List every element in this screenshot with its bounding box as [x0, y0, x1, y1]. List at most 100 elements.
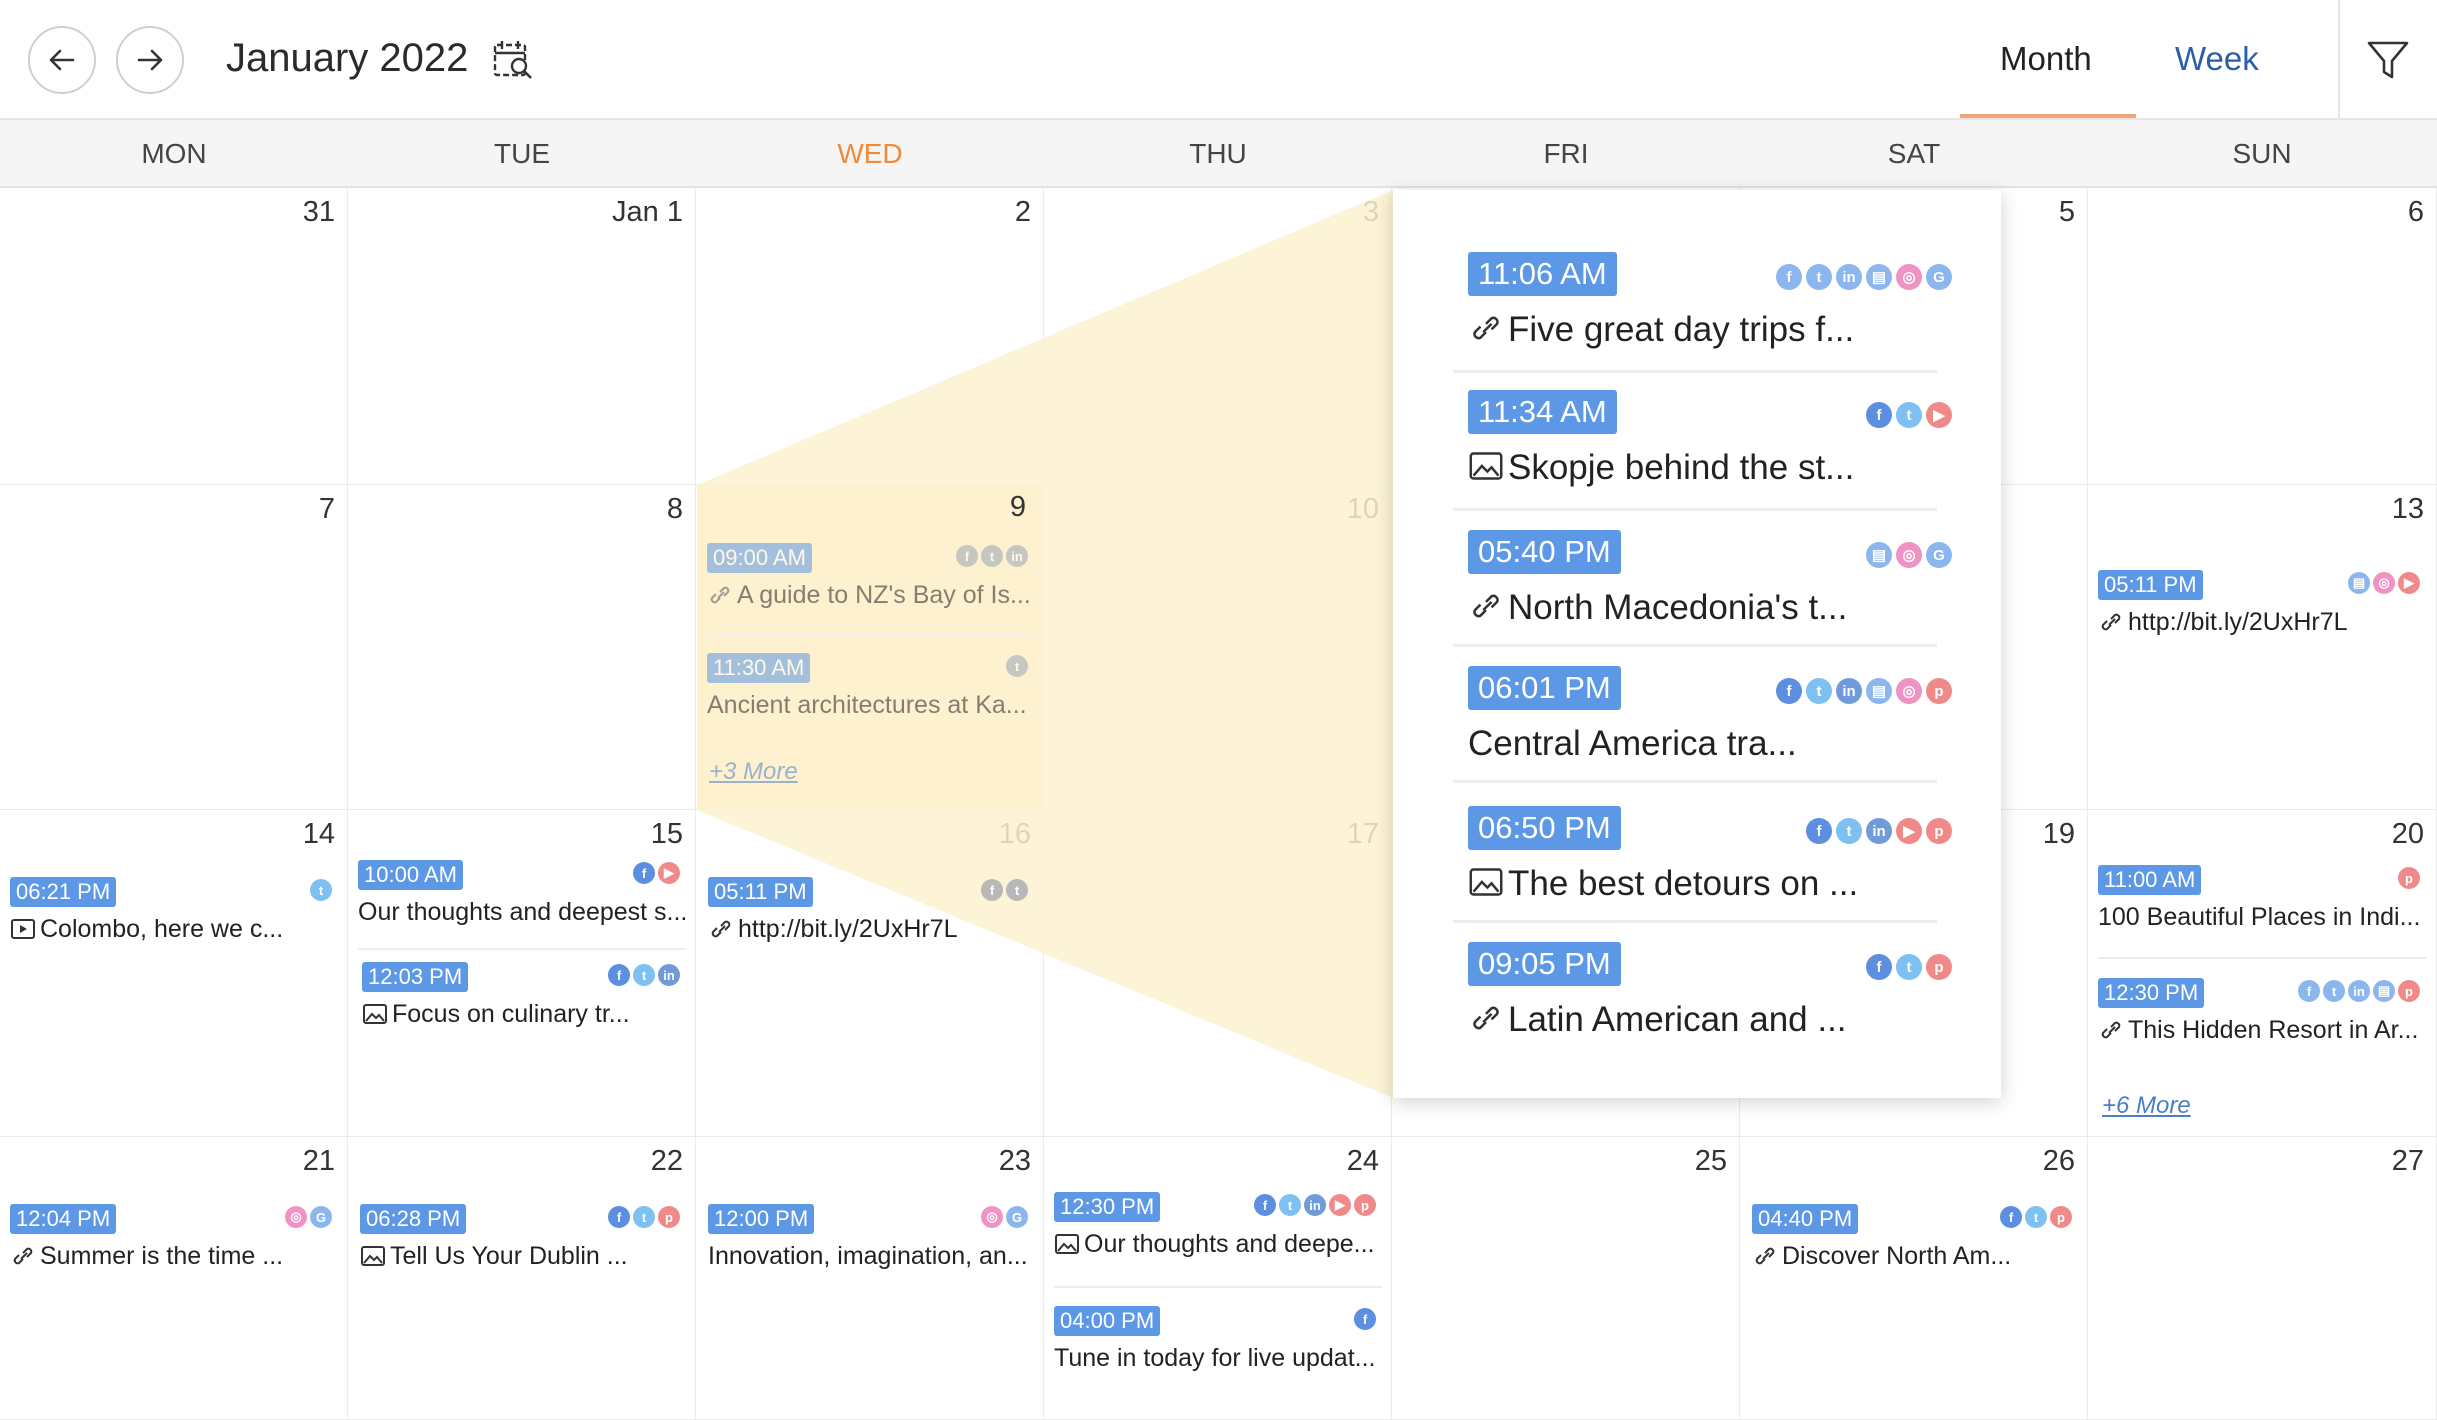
popover-event[interactable]: 06:50 PM f t in ▶ p The best detours on … — [1468, 806, 1952, 904]
more-events-link[interactable]: +3 More — [709, 758, 798, 786]
facebook-icon: f — [608, 964, 630, 986]
calendar-event[interactable]: 11:00 AM p 100 Beautiful Places in Indi.… — [2098, 865, 2426, 932]
calendar-event[interactable]: 12:03 PM f t in Focus on culinary tr... — [362, 962, 686, 1029]
event-title: Skopje behind the st... — [1508, 448, 1855, 487]
events-popover: 11:06 AM f t in ▤ ◎ G Five great day tri… — [1393, 190, 2001, 1098]
facebook-icon: f — [956, 545, 978, 567]
event-channels: t — [1006, 655, 1028, 677]
event-title-row: Focus on culinary tr... — [362, 1000, 686, 1029]
linkedin-icon: in — [1836, 264, 1862, 290]
event-title-row: Skopje behind the st... — [1468, 448, 1952, 488]
youtube-icon: ▶ — [1329, 1194, 1351, 1216]
link-icon — [711, 920, 731, 938]
popover-event[interactable]: 06:01 PM f t in ▤ ◎ p Central America tr… — [1468, 666, 1952, 764]
facebook-icon: f — [1254, 1194, 1276, 1216]
link-icon — [13, 1247, 33, 1265]
linkedin-icon: in — [1006, 545, 1028, 567]
linkedin-icon: in — [2348, 980, 2370, 1002]
event-channels: p — [2398, 867, 2420, 889]
calendar-event[interactable]: 10:00 AM f ▶ Our thoughts and deepest s.… — [358, 860, 686, 927]
event-title-row: A guide to NZ's Bay of Is... — [707, 581, 1034, 610]
pinterest-icon: p — [1926, 678, 1952, 704]
calendar-event[interactable]: 04:00 PM f Tune in today for live updat.… — [1054, 1306, 1382, 1373]
event-channels: f ▶ — [633, 862, 680, 884]
event-title-row: Discover North Am... — [1752, 1242, 2078, 1271]
event-title-row: Five great day trips f... — [1468, 310, 1952, 350]
popover-event[interactable]: 05:40 PM ▤ ◎ G North Macedonia's t... — [1468, 530, 1952, 628]
linkedin-icon: in — [1304, 1194, 1326, 1216]
event-title: Our thoughts and deepe... — [1084, 1230, 1375, 1258]
calendar-event[interactable]: 06:21 PM t Colombo, here we c... — [10, 877, 338, 944]
event-time: 06:01 PM — [1468, 666, 1621, 710]
event-time: 04:40 PM — [1752, 1204, 1859, 1234]
twitter-icon: t — [981, 545, 1003, 567]
google-icon: G — [1926, 542, 1952, 568]
event-title: A guide to NZ's Bay of Is... — [737, 581, 1031, 609]
facebook-icon: f — [981, 879, 1003, 901]
calendar-event[interactable]: 12:00 PM ◎ G Innovation, imagination, an… — [708, 1204, 1034, 1271]
image-icon — [1055, 1234, 1079, 1254]
image-icon — [1469, 868, 1503, 896]
event-time: 10:00 AM — [358, 860, 463, 890]
event-title-row: http://bit.ly/2UxHr7L — [708, 915, 1034, 944]
calendar-event[interactable]: 12:30 PM f t in ▶ p Our thoughts and dee… — [1054, 1192, 1382, 1259]
event-time: 05:11 PM — [2098, 570, 2203, 600]
instagram-icon: ◎ — [981, 1206, 1003, 1228]
event-title: Our thoughts and deepest s... — [358, 898, 686, 926]
facebook-icon: f — [1866, 402, 1892, 428]
event-title: http://bit.ly/2UxHr7L — [2128, 608, 2348, 636]
calendar-event[interactable]: 09:00 AM f t in A guide to NZ's Bay of I… — [707, 543, 1034, 610]
event-channels: ◎ G — [981, 1206, 1028, 1228]
event-divider — [358, 948, 686, 950]
event-channels: f t in ▤ p — [2298, 980, 2420, 1002]
twitter-icon: t — [2323, 980, 2345, 1002]
more-events-link[interactable]: +6 More — [2102, 1092, 2191, 1120]
link-icon — [2101, 613, 2121, 631]
instagram-icon: ◎ — [1896, 542, 1922, 568]
event-time: 09:00 AM — [707, 543, 812, 573]
calendar-event[interactable]: 04:40 PM f t p Discover North Am... — [1752, 1204, 2078, 1271]
twitter-icon: t — [633, 1206, 655, 1228]
event-divider — [1453, 370, 1937, 373]
event-channels: f t in — [956, 545, 1028, 567]
event-title: North Macedonia's t... — [1508, 588, 1848, 627]
popover-event[interactable]: 11:34 AM f t ▶ Skopje behind the st... — [1468, 390, 1952, 488]
link-icon — [710, 586, 730, 604]
image-icon — [361, 1246, 385, 1266]
linkedin-icon: in — [1866, 818, 1892, 844]
event-divider — [1453, 508, 1937, 511]
link-icon — [1473, 594, 1499, 618]
facebook-icon: f — [2298, 980, 2320, 1002]
facebook-icon: f — [1866, 954, 1892, 980]
linkedin-icon: in — [1836, 678, 1862, 704]
video-icon — [11, 919, 35, 939]
event-title: Tune in today for live updat... — [1054, 1344, 1376, 1372]
event-title: Five great day trips f... — [1508, 310, 1855, 349]
event-channels: f t p — [608, 1206, 680, 1228]
event-title-row: North Macedonia's t... — [1468, 588, 1952, 628]
popover-event[interactable]: 09:05 PM f t p Latin American and ... — [1468, 942, 1952, 1040]
calendar-event[interactable]: 12:30 PM f t in ▤ p This Hidden Resort i… — [2098, 978, 2426, 1045]
calendar-event[interactable]: 11:30 AM t Ancient architectures at Ka..… — [707, 653, 1034, 720]
link-icon — [1473, 1006, 1499, 1030]
calendar-event[interactable]: 12:04 PM ◎ G Summer is the time ... — [10, 1204, 338, 1271]
link-icon — [1755, 1247, 1775, 1265]
event-title: Central America tra... — [1468, 724, 1797, 763]
calendar-event[interactable]: 05:11 PM ▤ ◎ ▶ http://bit.ly/2UxHr7L — [2098, 570, 2426, 637]
selected-day-events: 9 09:00 AM f t in A guide to NZ's Bay of… — [697, 485, 1044, 810]
event-time: 06:21 PM — [10, 877, 117, 907]
event-channels: f — [1354, 1308, 1376, 1330]
event-channels: f t in — [608, 964, 680, 986]
twitter-icon: t — [1006, 879, 1028, 901]
event-channels: f t in ▶ p — [1806, 818, 1952, 844]
calendar-event[interactable]: 05:11 PM f t http://bit.ly/2UxHr7L — [708, 877, 1034, 944]
gbm-icon: ▤ — [2373, 980, 2395, 1002]
popover-event[interactable]: 11:06 AM f t in ▤ ◎ G Five great day tri… — [1468, 252, 1952, 350]
event-title-row: The best detours on ... — [1468, 864, 1952, 904]
google-icon: G — [1926, 264, 1952, 290]
event-title: Innovation, imagination, an... — [708, 1242, 1028, 1270]
calendar-event[interactable]: 06:28 PM f t p Tell Us Your Dublin ... — [360, 1204, 686, 1271]
pinterest-icon: p — [2398, 980, 2420, 1002]
facebook-icon: f — [1776, 264, 1802, 290]
event-time: 12:00 PM — [708, 1204, 815, 1234]
